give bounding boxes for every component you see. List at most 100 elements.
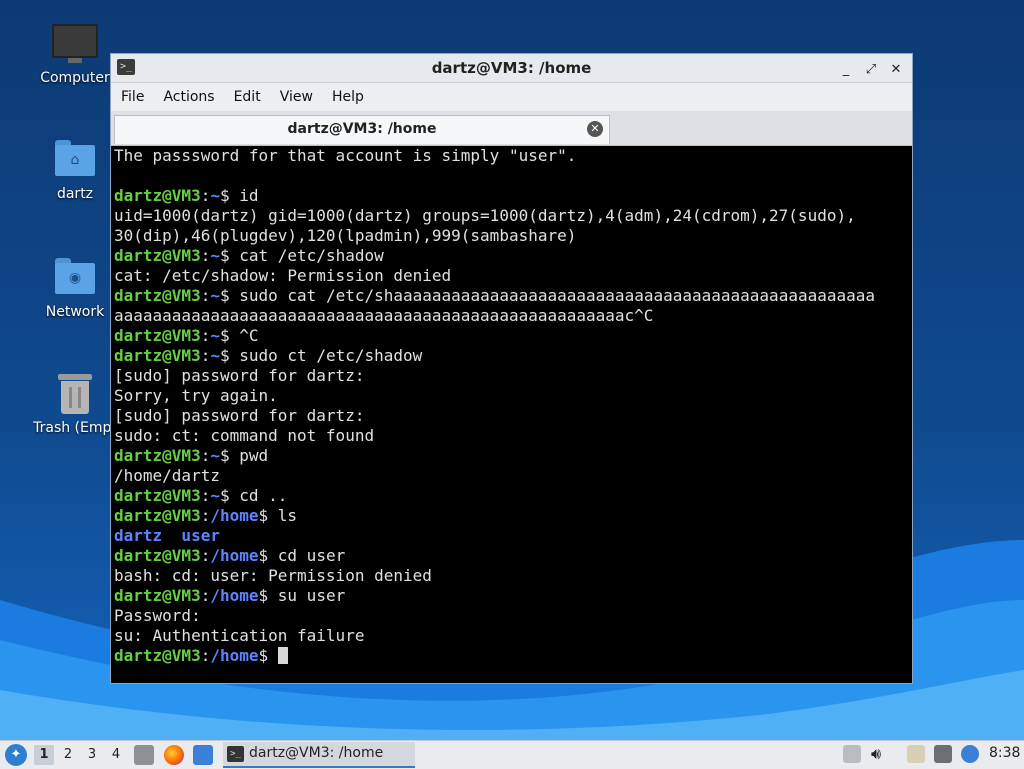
terminal-output-line: aaaaaaaaaaaaaaaaaaaaaaaaaaaaaaaaaaaaaaaa… xyxy=(114,306,654,325)
terminal-output-line: cat: /etc/shadow: Permission denied xyxy=(114,266,452,285)
maximize-button[interactable]: ⤢ xyxy=(861,62,881,77)
terminal-prompt-line: dartz@VM3:/home$ ls xyxy=(114,506,298,525)
terminal-output[interactable]: The passsword for that account is simply… xyxy=(114,146,909,680)
desktop-icon-trash[interactable]: Trash (Empt xyxy=(27,374,123,436)
menu-file[interactable]: File xyxy=(111,83,153,105)
workspace-3[interactable]: 3 xyxy=(82,745,102,765)
volume-icon[interactable]: 🔊︎ xyxy=(871,745,889,763)
prompt-path: ~ xyxy=(210,446,220,465)
terminal-window[interactable]: >_ dartz@VM3: /home _ ⤢ ✕ File Actions Edi… xyxy=(110,53,913,684)
prompt-command: $ xyxy=(258,646,278,665)
prompt-path: ~ xyxy=(210,246,220,265)
prompt-path: ~ xyxy=(210,486,220,505)
desktop-icon-label: Trash (Empt xyxy=(33,420,117,436)
eject-icon[interactable] xyxy=(843,745,861,763)
start-menu-button[interactable]: ✦ xyxy=(5,744,27,766)
tab-terminal[interactable]: dartz@VM3: /home ✕ xyxy=(114,115,610,144)
prompt-path: /home xyxy=(210,586,259,605)
network-folder-icon: ◉ xyxy=(55,258,95,294)
tab-label: dartz@VM3: /home xyxy=(287,121,437,137)
clock: 8:38 xyxy=(989,745,1021,761)
terminal-output-line: Password: xyxy=(114,606,201,625)
show-desktop-icon[interactable] xyxy=(193,745,213,765)
prompt-path: ~ xyxy=(210,326,220,345)
terminal-cursor xyxy=(277,647,288,664)
taskbar-task-terminal[interactable]: >_ dartz@VM3: /home xyxy=(223,742,415,768)
prompt-path: /home xyxy=(210,506,259,525)
window-title: dartz@VM3: /home xyxy=(431,59,592,77)
workspace-2[interactable]: 2 xyxy=(58,745,78,765)
menu-edit[interactable]: Edit xyxy=(224,83,270,105)
prompt-user: dartz@VM3 xyxy=(114,506,201,525)
network-icon[interactable] xyxy=(934,745,952,763)
menu-help[interactable]: Help xyxy=(322,83,373,105)
prompt-command: $ ls xyxy=(258,506,298,525)
terminal-prompt-line: dartz@VM3:~$ pwd xyxy=(114,446,269,465)
file-manager-icon[interactable] xyxy=(134,745,154,765)
terminal-output-line: The passsword for that account is simply… xyxy=(114,146,577,165)
computer-icon xyxy=(52,24,98,63)
workspace-1[interactable]: 1 xyxy=(34,745,54,765)
prompt-command: $ ^C xyxy=(219,326,259,345)
prompt-user: dartz@VM3 xyxy=(114,646,201,665)
terminal-prompt-line: dartz@VM3:~$ sudo cat /etc/shaaaaaaaaaaa… xyxy=(114,286,876,305)
desktop-icon-label: Network xyxy=(45,304,105,320)
prompt-path: ~ xyxy=(210,286,220,305)
prompt-path: ~ xyxy=(210,186,220,205)
prompt-user: dartz@VM3 xyxy=(114,326,201,345)
desktop-icon-label: dartz xyxy=(56,186,94,202)
desktop-icon-computer[interactable]: Computer xyxy=(27,24,123,86)
prompt-path: /home xyxy=(210,546,259,565)
terminal-prompt-line: dartz@VM3:/home$ su user xyxy=(114,586,346,605)
terminal-output-line: su: Authentication failure xyxy=(114,626,365,645)
prompt-command: $ su user xyxy=(258,586,346,605)
prompt-command: $ sudo ct /etc/shadow xyxy=(219,346,423,365)
terminal-output-line: /home/dartz xyxy=(114,466,220,485)
trash-icon xyxy=(58,374,92,414)
clipboard-icon[interactable] xyxy=(907,745,925,763)
prompt-user: dartz@VM3 xyxy=(114,186,201,205)
taskbar: ✦ 1 2 3 4 >_ dartz@VM3: /home 🔊︎ 8:38 xyxy=(0,740,1024,769)
taskbar-task-label: dartz@VM3: /home xyxy=(249,745,384,761)
terminal-output-line: dartz user xyxy=(114,526,220,545)
menubar: File Actions Edit View Help xyxy=(111,83,912,111)
terminal-prompt-line: dartz@VM3:/home$ cd user xyxy=(114,546,346,565)
prompt-command: $ pwd xyxy=(219,446,269,465)
terminal-prompt-line: dartz@VM3:~$ ^C xyxy=(114,326,259,345)
terminal-output-line: bash: cd: user: Permission denied xyxy=(114,566,432,585)
terminal-prompt-line: dartz@VM3:~$ cd .. xyxy=(114,486,288,505)
prompt-user: dartz@VM3 xyxy=(114,286,201,305)
terminal-output-line: uid=1000(dartz) gid=1000(dartz) groups=1… xyxy=(114,206,856,225)
desktop-icon-home-folder[interactable]: ⌂ dartz xyxy=(27,140,123,202)
prompt-user: dartz@VM3 xyxy=(114,486,201,505)
prompt-command: $ cd user xyxy=(258,546,346,565)
close-button[interactable]: ✕ xyxy=(886,62,906,77)
prompt-user: dartz@VM3 xyxy=(114,446,201,465)
minimize-button[interactable]: _ xyxy=(836,62,856,77)
menu-view[interactable]: View xyxy=(270,83,322,105)
firefox-icon[interactable] xyxy=(164,745,184,765)
prompt-command: $ cd .. xyxy=(219,486,288,505)
prompt-command: $ sudo cat /etc/shaaaaaaaaaaaaaaaaaaaaaa… xyxy=(219,286,876,305)
workspace-4[interactable]: 4 xyxy=(106,745,126,765)
terminal-prompt-line: dartz@VM3:~$ sudo ct /etc/shadow xyxy=(114,346,423,365)
window-titlebar[interactable]: >_ dartz@VM3: /home _ ⤢ ✕ xyxy=(111,54,912,83)
prompt-user: dartz@VM3 xyxy=(114,546,201,565)
prompt-user: dartz@VM3 xyxy=(114,586,201,605)
prompt-command: $ id xyxy=(219,186,259,205)
terminal-output-line: 30(dip),46(plugdev),120(lpadmin),999(sam… xyxy=(114,226,577,245)
terminal-output-line: [sudo] password for dartz: xyxy=(114,406,365,425)
update-notifier-icon[interactable] xyxy=(961,745,979,763)
desktop-icon-label: Computer xyxy=(40,70,110,86)
desktop-icon-network[interactable]: ◉ Network xyxy=(27,258,123,320)
prompt-path: /home xyxy=(210,646,259,665)
tab-close-icon[interactable]: ✕ xyxy=(587,121,603,137)
terminal-icon: >_ xyxy=(227,746,244,762)
terminal-output-line: sudo: ct: command not found xyxy=(114,426,375,445)
prompt-path: ~ xyxy=(210,346,220,365)
terminal-prompt-line: dartz@VM3:~$ id xyxy=(114,186,259,205)
menu-actions[interactable]: Actions xyxy=(153,83,223,105)
terminal-output-line: Sorry, try again. xyxy=(114,386,278,405)
prompt-command: $ cat /etc/shadow xyxy=(219,246,384,265)
